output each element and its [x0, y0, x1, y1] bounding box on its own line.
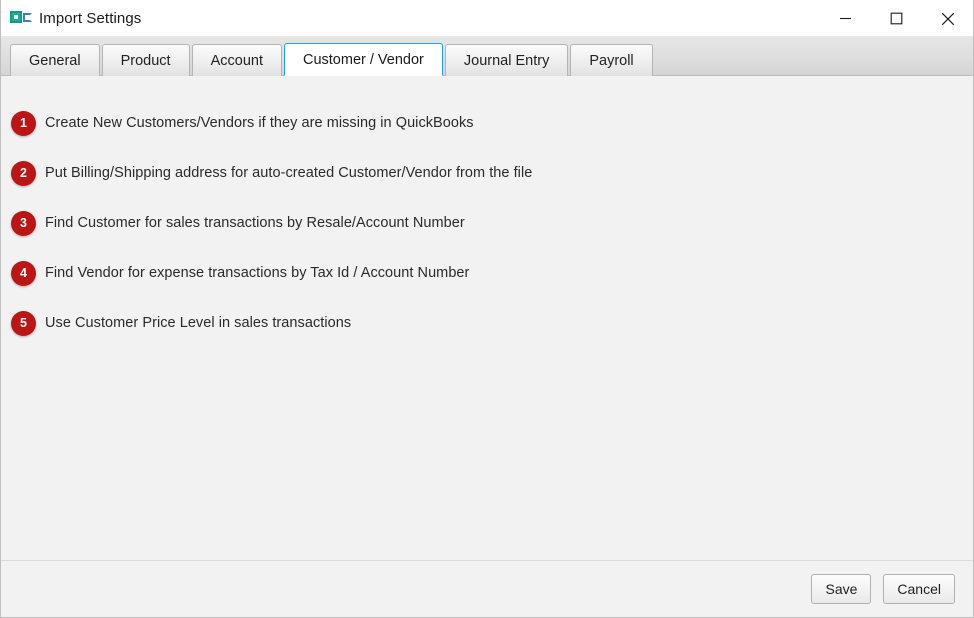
title-bar: Import Settings [1, 0, 973, 37]
window-title: Import Settings [39, 9, 142, 27]
minimize-icon [840, 17, 851, 20]
option-label: Create New Customers/Vendors if they are… [45, 115, 474, 131]
option-list: 1 Create New Customers/Vendors if they a… [1, 98, 973, 348]
tab-account[interactable]: Account [191, 44, 282, 76]
option-label: Use Customer Price Level in sales transa… [45, 315, 352, 331]
dialog-footer: Save Cancel [1, 560, 973, 617]
app-sheet-icon [10, 10, 32, 26]
list-item[interactable]: 1 Create New Customers/Vendors if they a… [1, 98, 973, 148]
save-button[interactable]: Save [811, 574, 872, 604]
option-number-badge[interactable]: 1 [11, 110, 36, 136]
window-controls [820, 0, 973, 37]
close-button[interactable] [922, 0, 973, 37]
tab-general[interactable]: General [10, 44, 100, 76]
option-number-badge[interactable]: 5 [11, 310, 36, 336]
list-item[interactable]: 2 Put Billing/Shipping address for auto-… [1, 148, 973, 198]
option-number-badge[interactable]: 3 [11, 210, 36, 236]
option-number-badge[interactable]: 2 [11, 160, 36, 186]
option-label: Find Vendor for expense transactions by … [45, 265, 470, 281]
option-label: Put Billing/Shipping address for auto-cr… [45, 165, 533, 181]
customer-vendor-panel: 1 Create New Customers/Vendors if they a… [1, 76, 973, 617]
option-number-badge[interactable]: 4 [11, 260, 36, 286]
tab-customer-vendor[interactable]: Customer / Vendor [283, 43, 443, 76]
list-item[interactable]: 4 Find Vendor for expense transactions b… [1, 248, 973, 298]
tab-payroll[interactable]: Payroll [570, 44, 653, 76]
minimize-button[interactable] [820, 0, 871, 37]
option-label: Find Customer for sales transactions by … [45, 215, 465, 231]
settings-tab-strip: General Product Account Customer / Vendo… [1, 37, 973, 76]
app-icon-blue-square [23, 13, 32, 22]
tab-journal-entry[interactable]: Journal Entry [444, 44, 569, 76]
list-item[interactable]: 5 Use Customer Price Level in sales tran… [1, 298, 973, 348]
list-item[interactable]: 3 Find Customer for sales transactions b… [1, 198, 973, 248]
import-settings-window: Import Settings General Product Account … [0, 0, 974, 618]
close-icon [941, 12, 954, 25]
cancel-button[interactable]: Cancel [883, 574, 955, 604]
maximize-button[interactable] [871, 0, 922, 37]
app-icon-green-square [10, 11, 22, 23]
tab-product[interactable]: Product [101, 44, 190, 76]
maximize-icon [890, 12, 903, 25]
